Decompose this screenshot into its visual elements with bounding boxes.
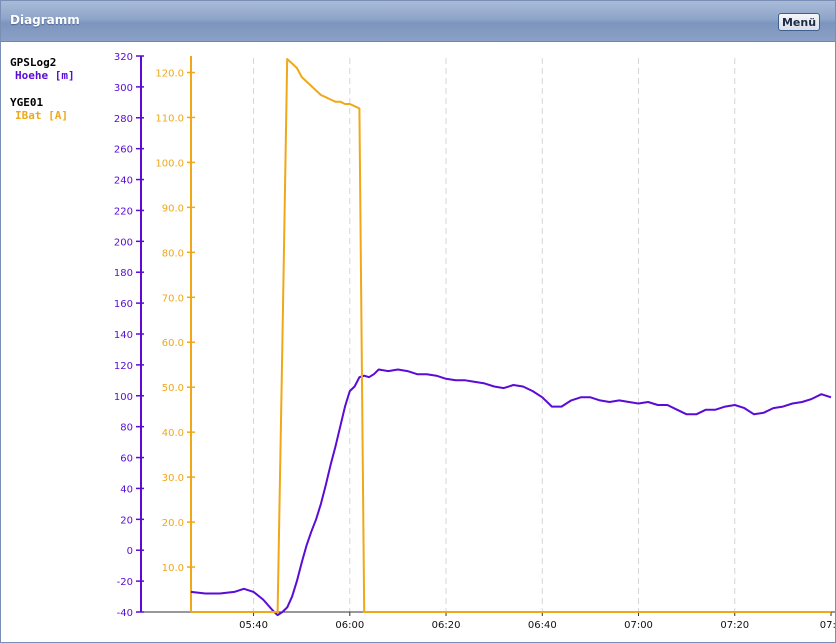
y-right-tick-label: 50.0 xyxy=(162,383,184,394)
y-right-tick-label: 120.0 xyxy=(155,68,184,79)
y-right-tick-label: 80.0 xyxy=(162,248,184,259)
line-chart: 05:40 06:00 06:20 06:40 07:00 07:20 07:4 -40 -20… xyxy=(114,52,835,631)
x-tick-label: 07:00 xyxy=(624,620,653,631)
y-left-tick-label: 20 xyxy=(120,515,133,526)
menu-button[interactable]: Menü xyxy=(778,13,820,31)
window-title: Diagramm xyxy=(10,13,80,27)
y-left-tick-label: 260 xyxy=(114,145,133,156)
y-left-tick-label: 300 xyxy=(114,83,133,94)
y-right-tick-label: 90.0 xyxy=(162,203,184,214)
y-left-tick-label: 40 xyxy=(120,484,133,495)
y-left-tick-label: 200 xyxy=(114,237,133,248)
y-right-tick-label: 100.0 xyxy=(155,158,184,169)
x-tick-label: 07:20 xyxy=(720,620,749,631)
diagram-window: Diagramm Menü GPSLog2 Hoehe [m] YGE01 IB… xyxy=(0,0,836,643)
y-left-tick-label: 220 xyxy=(114,206,133,217)
x-tick-label: 06:40 xyxy=(528,620,557,631)
y-left-tick-label: 80 xyxy=(120,423,133,434)
y-right-tick-label: 10.0 xyxy=(162,563,184,574)
y-left-tick-label: 100 xyxy=(114,392,133,403)
y-right-tick-label: 70.0 xyxy=(162,293,184,304)
x-tick-label: 06:00 xyxy=(335,620,364,631)
y-left-tick-label: -40 xyxy=(117,608,133,619)
y-right-tick-label: 20.0 xyxy=(162,518,184,529)
title-bar: Diagramm Menü xyxy=(1,1,835,42)
y-left-tick-label: -20 xyxy=(117,577,133,588)
y-right-tick-label: 110.0 xyxy=(155,113,184,124)
y-left-tick-label: 240 xyxy=(114,176,133,187)
y-left-tick-label: 140 xyxy=(114,330,133,341)
y-right-tick-label: 60.0 xyxy=(162,338,184,349)
y-left-tick-label: 280 xyxy=(114,114,133,125)
x-tick-label: 06:20 xyxy=(432,620,461,631)
y-right-tick-label: 30.0 xyxy=(162,473,184,484)
y-left-tick-label: 0 xyxy=(127,546,133,557)
y-left-tick-label: 180 xyxy=(114,268,133,279)
y-left-tick-label: 160 xyxy=(114,299,133,310)
x-tick-label: 05:40 xyxy=(239,620,268,631)
y-left-tick-label: 60 xyxy=(120,454,133,465)
y-right-tick-label: 40.0 xyxy=(162,428,184,439)
x-tick-label: 07:4 xyxy=(820,620,835,631)
y-left-tick-label: 120 xyxy=(114,361,133,372)
y-left-tick-label: 320 xyxy=(114,52,133,63)
